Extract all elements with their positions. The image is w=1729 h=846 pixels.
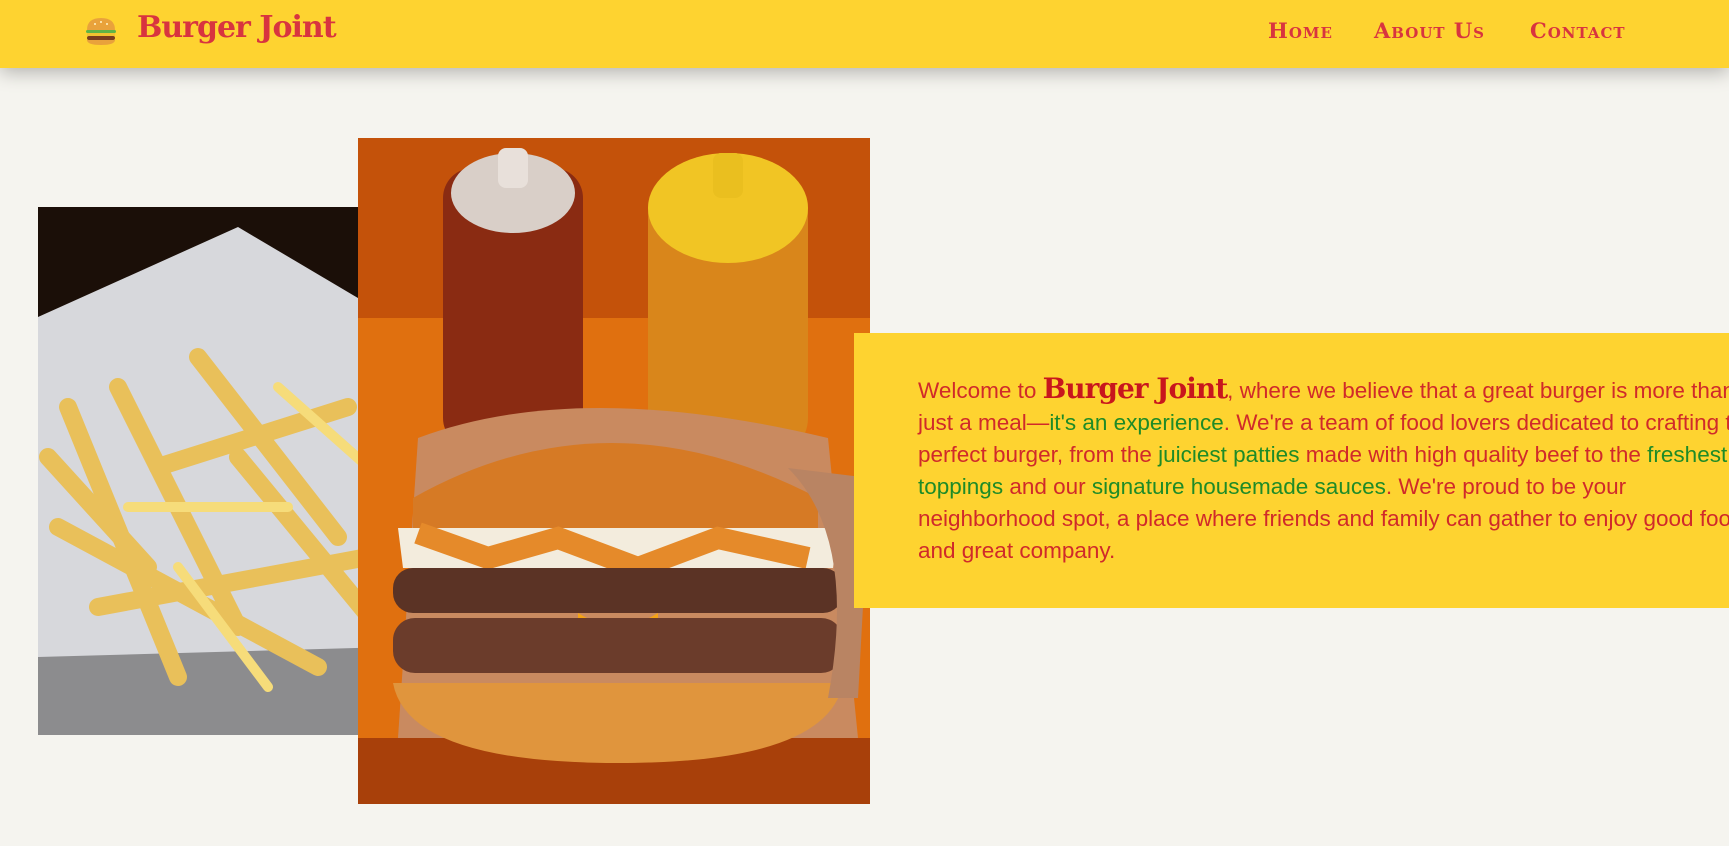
brand-logo-text[interactable]: Burger Joint (137, 10, 337, 45)
highlight-experience: it's an experience (1049, 410, 1224, 435)
about-text-segment: Welcome to (918, 378, 1043, 403)
burger-photo (358, 138, 870, 804)
about-section: Welcome to Burger Joint, where we believ… (854, 333, 1729, 608)
highlight-sauces: signature housemade sauces (1091, 474, 1386, 499)
fries-photo (38, 207, 390, 735)
highlight-patties: juiciest patties (1158, 442, 1300, 467)
nav-home-link[interactable]: Home (1268, 18, 1333, 43)
navbar: Burger Joint Home About Us Contact (0, 0, 1729, 68)
burger-icon[interactable] (84, 14, 118, 48)
about-text-segment: and our (1003, 474, 1092, 499)
about-text-segment: made with high quality beef to the (1299, 442, 1648, 467)
nav-contact-link[interactable]: Contact (1530, 18, 1626, 43)
about-paragraph: Welcome to Burger Joint, where we believ… (918, 373, 1729, 567)
nav-about-link[interactable]: About Us (1374, 18, 1485, 43)
about-brand-name: Burger Joint (1042, 372, 1229, 405)
